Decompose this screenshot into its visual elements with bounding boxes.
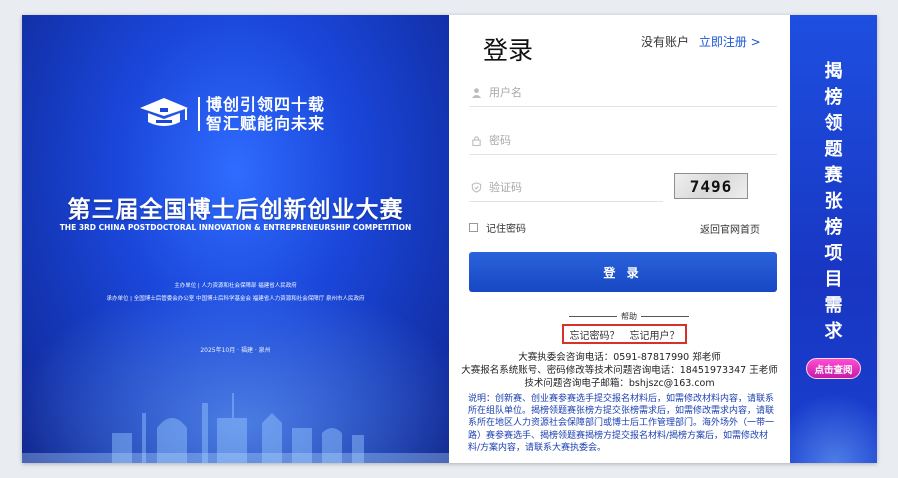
password-field [469, 127, 777, 155]
title-char: 榜 [824, 87, 843, 108]
title-char: 张 [824, 191, 843, 212]
competition-title: 第三届全国博士后创新创业大赛 [67, 197, 404, 223]
competition-logo: 博创引领四十载 智汇赋能向未来 [134, 93, 364, 135]
title-char: 领 [824, 113, 843, 134]
host-units: 主办单位 | 人力资源和社会保障部 福建省人民政府 [174, 283, 297, 289]
competition-banner: 博创引领四十载 智汇赋能向未来 第三届全国博士后创新创业大赛 THE 3RD C… [22, 15, 449, 463]
captcha-field [469, 174, 663, 202]
forgot-password-link[interactable]: 忘记密码？ [570, 327, 620, 342]
password-input[interactable] [489, 134, 689, 147]
title-char: 求 [824, 321, 843, 342]
help-divider-left [569, 316, 617, 317]
forgot-user-link[interactable]: 忘记用户？ [630, 327, 680, 342]
title-char: 目 [824, 269, 843, 290]
help-label: 帮助 [621, 312, 637, 321]
captcha-input[interactable] [489, 181, 639, 194]
logo-slogan-line2: 智汇赋能向未来 [206, 114, 326, 133]
challenge-project-title: 揭 榜 领 题 赛 张 榜 项 目 需 求 [790, 59, 877, 345]
title-char: 项 [824, 243, 843, 264]
logo-slogan: 博创引领四十载 智汇赋能向未来 [206, 95, 325, 133]
help-divider: 帮助 [569, 311, 689, 322]
no-account-text: 没有账户 [641, 35, 690, 49]
captcha-image[interactable]: 7496 [674, 173, 748, 199]
login-panel: 登录 没有账户 立即注册 > 7496 记住密码 返回官网首页 登 录 帮助 忘… [449, 15, 790, 463]
challenge-project-banner[interactable]: 揭 榜 领 题 赛 张 榜 项 目 需 求 点击查阅 [790, 15, 877, 463]
remember-checkbox[interactable] [469, 223, 478, 232]
help-divider-right [641, 316, 689, 317]
competition-subtitle: THE 3RD CHINA POSTDOCTORAL INNOVATION & … [59, 223, 412, 232]
lock-icon [469, 134, 483, 148]
event-date: 2025年10月 · 福建 · 泉州 [200, 347, 271, 354]
title-char: 赛 [824, 165, 843, 186]
logo-mark-icon [140, 98, 188, 126]
back-home-link[interactable]: 返回官网首页 [700, 221, 760, 236]
city-skyline-graphic [22, 393, 449, 463]
user-icon [469, 86, 483, 100]
view-requirements-button[interactable]: 点击查阅 [806, 358, 861, 379]
title-char: 需 [824, 295, 843, 316]
logo-divider [198, 97, 200, 131]
login-button[interactable]: 登 录 [469, 252, 777, 292]
organizer-units: 承办单位 | 全国博士后管委会办公室 中国博士后科学基金会 福建省人力资源和社会… [106, 296, 365, 302]
title-char: 题 [824, 139, 843, 160]
remember-label: 记住密码 [486, 224, 526, 235]
tech-support-email: 技术问题咨询电子邮箱：bshjszc@163.com [524, 378, 715, 389]
register-link[interactable]: 立即注册 > [699, 35, 761, 49]
logo-slogan-line1: 博创引领四十载 [206, 95, 326, 114]
shield-icon [469, 181, 483, 195]
title-char: 揭 [824, 61, 843, 82]
username-input[interactable] [489, 86, 689, 99]
username-field [469, 79, 777, 107]
contact-phone: 大赛执委会咨询电话：0591-87817990 郑老师 [518, 352, 721, 363]
instructions-note: 说明：创新赛、创业赛参赛选手提交报名材料后，如需修改材料内容，请联系所在组队单位… [468, 394, 775, 453]
strip-glow [790, 393, 877, 463]
tech-support-phone: 大赛报名系统账号、密码修改等技术问题咨询电话：18451973347 王老师 [461, 365, 778, 376]
title-char: 榜 [824, 217, 843, 238]
login-heading: 登录 [483, 36, 534, 65]
register-prompt: 没有账户 立即注册 > [641, 33, 761, 50]
remember-password[interactable]: 记住密码 [469, 220, 526, 235]
forgot-links: 忘记密码？ 忘记用户？ [562, 324, 687, 344]
